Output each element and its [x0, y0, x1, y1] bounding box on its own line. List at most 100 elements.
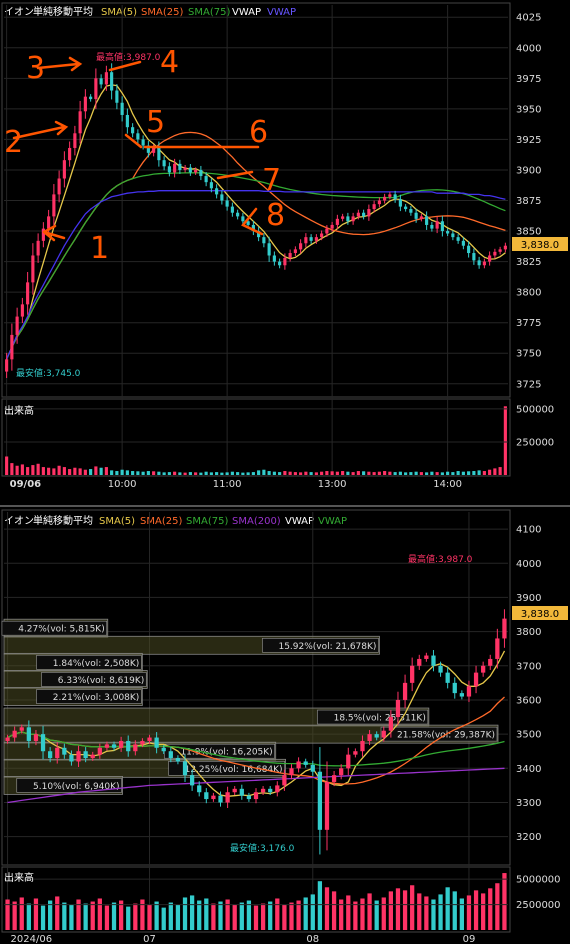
- bottom-candle: [40, 734, 46, 752]
- bottom-candle: [367, 734, 372, 741]
- bottom-y-tick: 3600: [516, 695, 541, 706]
- top-candle: [204, 176, 208, 183]
- bottom-candle: [182, 761, 188, 776]
- top-x-tick: 14:00: [433, 479, 462, 490]
- top-volume-bar: [215, 472, 219, 475]
- top-candle: [356, 212, 360, 217]
- top-y-tick: 3725: [516, 379, 541, 390]
- bottom-candle: [69, 754, 74, 762]
- bottom-volume-bar: [19, 897, 24, 930]
- top-volume-bar: [293, 472, 297, 475]
- bottom-candle: [19, 727, 24, 731]
- bottom-candle: [260, 788, 266, 793]
- bottom-x-tick: 09: [463, 934, 476, 944]
- bottom-y-tick: 3900: [516, 593, 541, 604]
- bottom-volume-bar: [126, 906, 131, 930]
- bottom-candle: [353, 751, 358, 755]
- top-volume-bar: [204, 471, 208, 475]
- top-candle: [278, 261, 282, 266]
- top-candle: [309, 237, 313, 241]
- bottom-volume-bar: [395, 888, 401, 930]
- top-candle: [330, 224, 334, 229]
- bottom-volume-bar: [189, 895, 195, 930]
- bottom-candle: [133, 744, 138, 752]
- annotation-4: 4: [160, 45, 179, 80]
- bottom-volume-bar: [225, 899, 230, 930]
- top-volume-bar: [482, 471, 486, 475]
- bottom-volume-bar: [260, 903, 266, 930]
- bottom-volume-bar: [275, 898, 280, 930]
- top-volume-bar: [314, 472, 318, 475]
- top-candle: [467, 245, 471, 254]
- bottom-candle: [452, 682, 457, 694]
- top-volume-bar: [346, 471, 350, 475]
- top-candle: [262, 237, 266, 244]
- bottom-volume-bar: [438, 894, 443, 930]
- top-candle: [5, 359, 9, 372]
- top-candle: [372, 204, 376, 210]
- bottom-candle: [481, 665, 486, 673]
- top-candle: [89, 96, 93, 100]
- volume-profile-label: 2.21%(vol: 3,008K): [53, 693, 140, 703]
- top-volume-bar: [10, 463, 14, 475]
- bottom-volume-bar: [133, 903, 138, 930]
- top-volume-bar: [241, 472, 245, 475]
- chart-canvas: イオン 単純移動平均 SMA(5) SMA(25) SMA(75) VWAP V…: [0, 0, 570, 944]
- bottom-candle: [473, 672, 479, 687]
- bottom-volume-bar: [154, 901, 159, 930]
- top-candle: [52, 194, 56, 217]
- top-candle: [498, 249, 502, 252]
- bottom-volume-bar: [495, 883, 500, 930]
- top-candle: [488, 255, 492, 262]
- top-low-label: 最安値:3,745.0: [16, 367, 81, 379]
- top-candle: [26, 282, 30, 305]
- top-candle: [430, 224, 434, 229]
- top-volume-bar: [304, 471, 308, 475]
- bottom-candle: [296, 761, 301, 769]
- bottom-legend-vwap: VWAP: [285, 516, 314, 527]
- bottom-candle: [253, 792, 259, 800]
- bottom-volume-bar: [26, 903, 31, 930]
- top-candle: [325, 228, 329, 234]
- bottom-candle: [310, 764, 315, 772]
- top-candle: [141, 139, 145, 146]
- top-volume-bar: [78, 468, 82, 475]
- top-volume-bar: [472, 471, 476, 475]
- top-volume-bar: [157, 471, 161, 475]
- top-volume-bar: [388, 471, 392, 475]
- top-volume-bar: [278, 472, 282, 475]
- bottom-candle: [232, 788, 237, 793]
- bottom-candle: [218, 795, 223, 803]
- top-candle: [314, 237, 318, 241]
- bottom-candle: [395, 699, 401, 718]
- top-candle: [435, 221, 439, 229]
- bottom-candle: [90, 754, 95, 759]
- bottom-y-tick: 3700: [516, 661, 541, 672]
- top-candle: [236, 212, 240, 217]
- top-candle: [346, 216, 350, 222]
- top-x-tick: 11:00: [213, 479, 242, 490]
- top-candle: [419, 216, 423, 219]
- bottom-volume-bar: [459, 898, 464, 930]
- top-volume-bar: [398, 471, 402, 475]
- bottom-x-tick: 07: [143, 934, 156, 944]
- bottom-candle: [459, 693, 464, 697]
- top-candle: [188, 167, 192, 173]
- volume-profile-label: 15.92%(vol: 21,678K): [278, 642, 376, 652]
- top-y-tick: 4025: [516, 13, 541, 24]
- top-volume-bar: [262, 469, 266, 475]
- bottom-candle: [48, 751, 53, 759]
- top-volume-bar: [225, 472, 229, 475]
- top-candle: [299, 243, 303, 250]
- top-volume-bar: [299, 472, 303, 475]
- top-volume-bar: [320, 471, 324, 475]
- bottom-volume-bar: [239, 902, 244, 930]
- top-y-tick: 3875: [516, 196, 541, 207]
- top-candle: [377, 200, 381, 205]
- bottom-candle: [239, 788, 244, 796]
- top-candle: [440, 221, 444, 232]
- top-volume-bar: [309, 472, 313, 475]
- bottom-volume-bar: [303, 897, 308, 930]
- top-high-label: 最高値:3,987.0: [96, 51, 161, 63]
- bottom-candle: [339, 768, 344, 776]
